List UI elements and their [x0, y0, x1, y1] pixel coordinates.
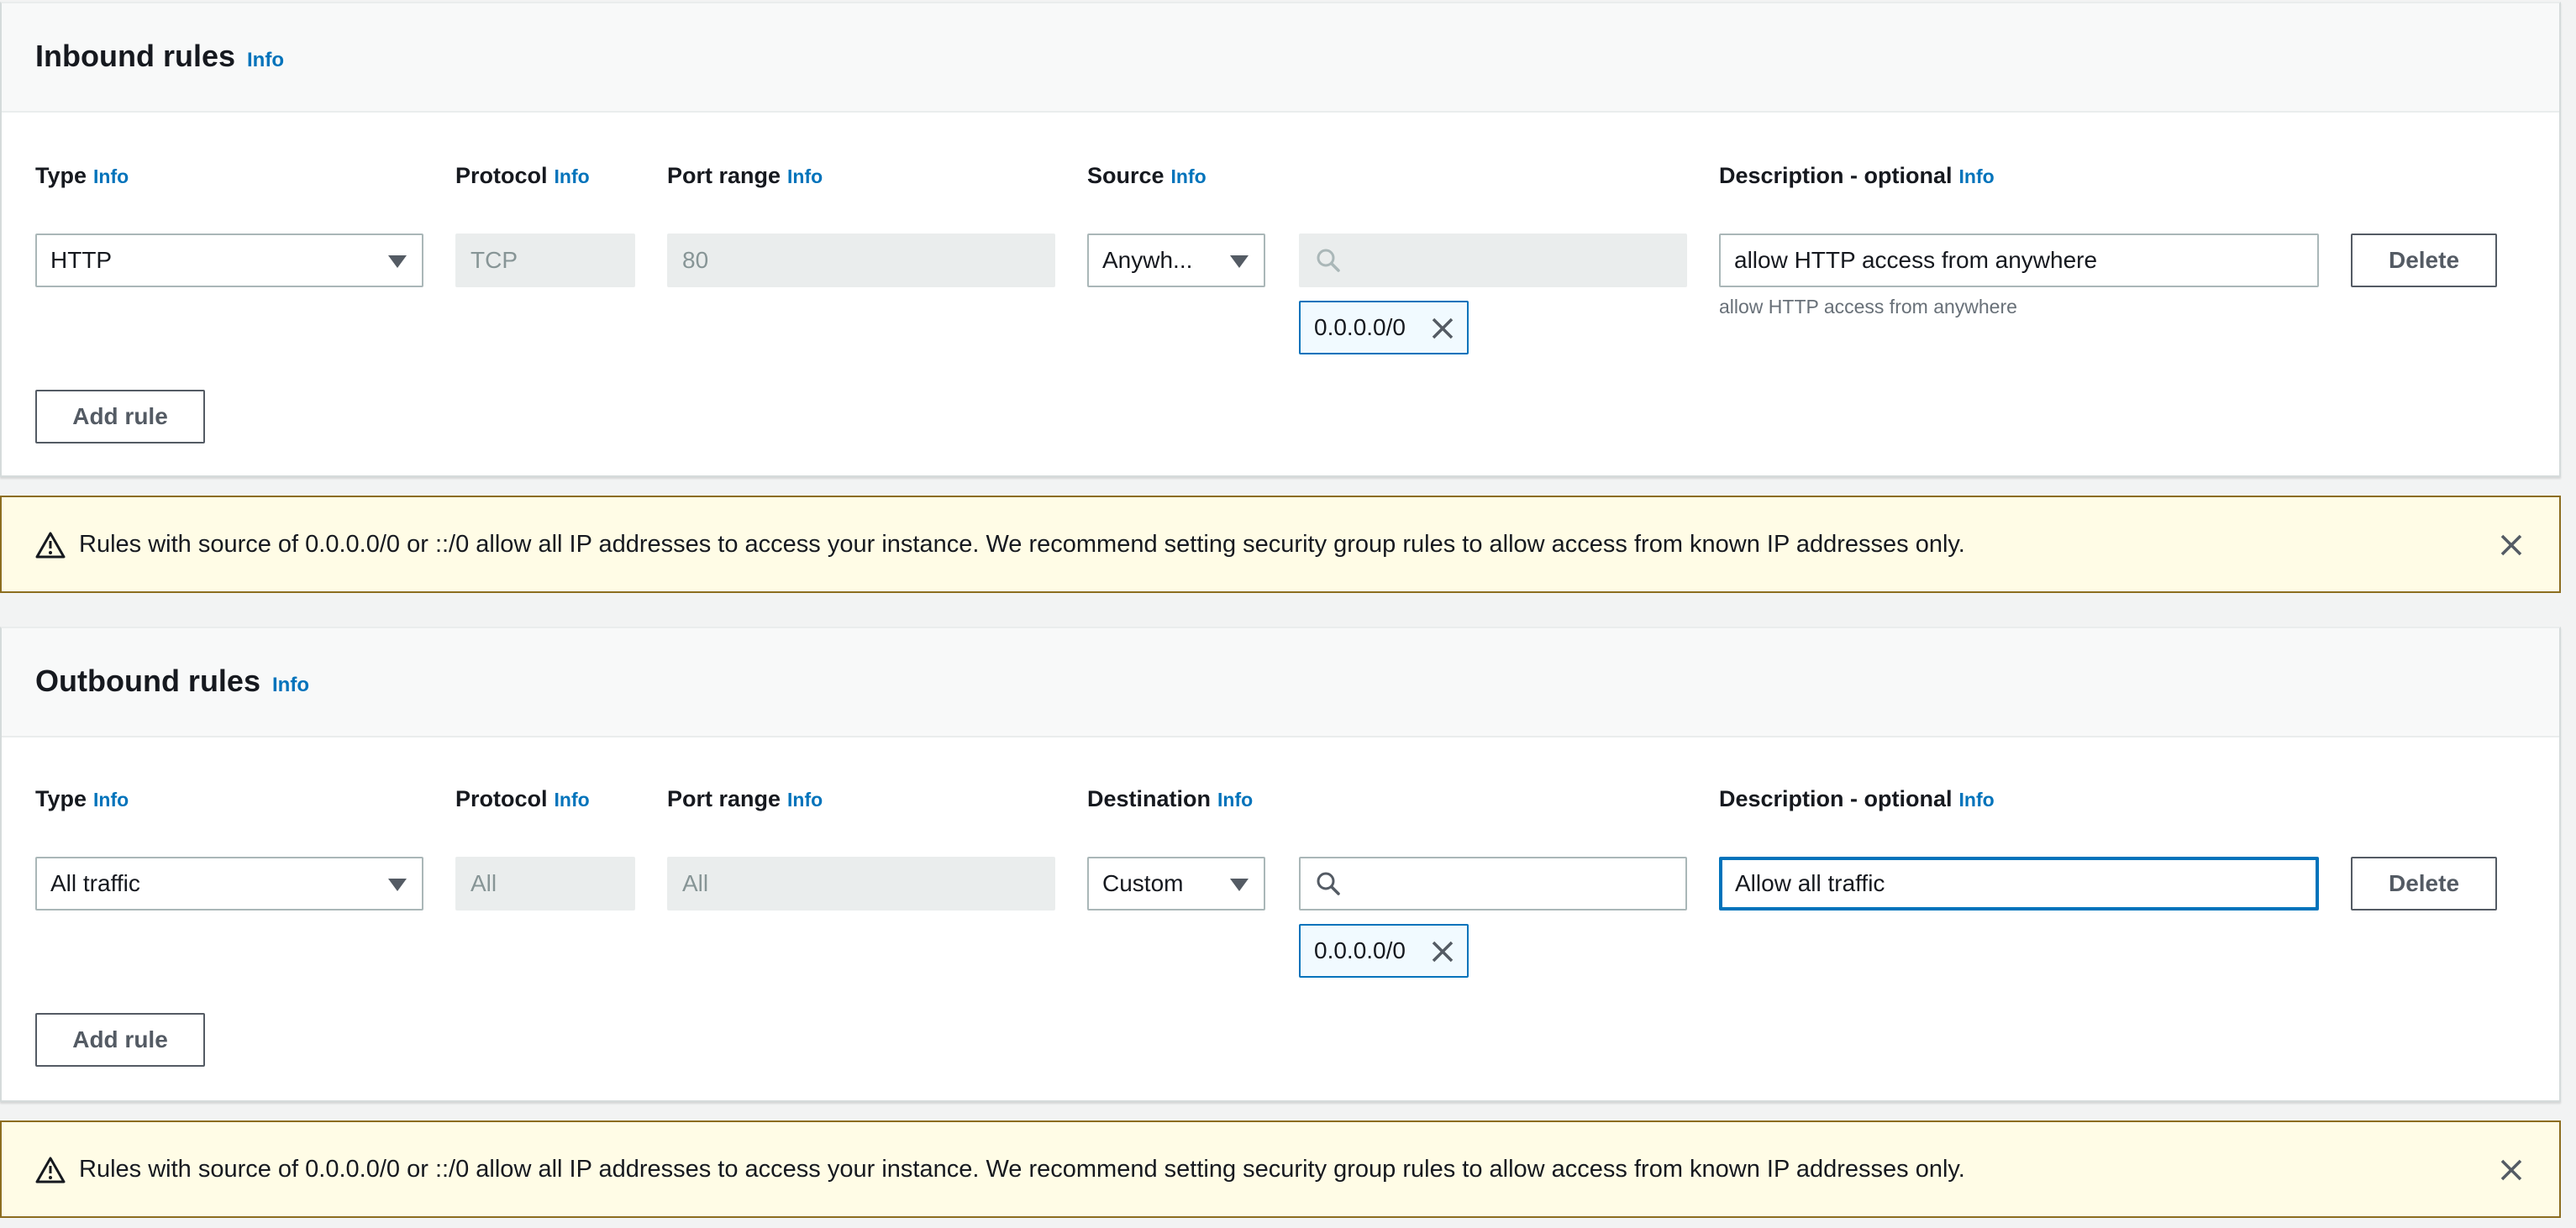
cidr-token-label: 0.0.0.0/0 [1314, 937, 1406, 963]
type-select-value: HTTP [50, 247, 113, 273]
port-range-value: All [682, 870, 709, 896]
type-label-text: Type [35, 786, 87, 811]
type-label-text: Type [35, 163, 87, 188]
protocol-info-link[interactable]: Info [555, 165, 590, 187]
port-range-label-text: Port range [667, 786, 781, 811]
warning-alert: Rules with source of 0.0.0.0/0 or ::/0 a… [0, 1120, 2561, 1218]
port-range-column-label: Port range Info [667, 786, 823, 812]
type-column-label: Type Info [35, 786, 129, 812]
search-icon [1317, 249, 1340, 272]
remove-token-icon[interactable] [1430, 939, 1455, 964]
type-select[interactable]: All traffic [35, 857, 423, 911]
cidr-token: 0.0.0.0/0 [1299, 301, 1469, 354]
port-range-info-link[interactable]: Info [787, 789, 823, 811]
protocol-field: TCP [455, 234, 635, 287]
destination-label-text: Destination [1087, 786, 1212, 811]
delete-rule-button[interactable]: Delete [2351, 857, 2497, 911]
description-info-link[interactable]: Info [1959, 165, 1995, 187]
caret-down-icon [388, 879, 407, 891]
source-select-value: Anywh... [1102, 247, 1193, 273]
source-label-text: Source [1087, 163, 1164, 188]
caret-down-icon [1230, 879, 1249, 891]
description-column-label: Description - optional Info [1719, 786, 1995, 812]
outbound-rules-panel: Outbound rules Info Type Info Protocol Inf… [0, 627, 2561, 1102]
description-value: allow HTTP access from anywhere [1734, 247, 2098, 273]
destination-select[interactable]: Custom [1087, 857, 1265, 911]
destination-cidr-search-input[interactable] [1299, 857, 1687, 911]
port-range-value: 80 [682, 247, 709, 273]
description-column-label: Description - optional Info [1719, 163, 1995, 189]
warning-message: Rules with source of 0.0.0.0/0 or ::/0 a… [79, 1156, 1965, 1183]
destination-column-label: Destination Info [1087, 786, 1253, 812]
remove-token-icon[interactable] [1430, 316, 1455, 341]
protocol-value: All [471, 870, 497, 896]
description-label-text: Description - optional [1719, 786, 1953, 811]
type-select-value: All traffic [50, 870, 140, 896]
port-range-field: All [667, 857, 1055, 911]
port-range-info-link[interactable]: Info [787, 165, 823, 187]
port-range-field: 80 [667, 234, 1055, 287]
cidr-token: 0.0.0.0/0 [1299, 924, 1469, 978]
warning-alert: Rules with source of 0.0.0.0/0 or ::/0 a… [0, 496, 2561, 593]
description-label-text: Description - optional [1719, 163, 1953, 188]
outbound-title-info-link[interactable]: Info [272, 674, 309, 697]
protocol-field: All [455, 857, 635, 911]
delete-rule-button[interactable]: Delete [2351, 234, 2497, 287]
caret-down-icon [1230, 255, 1249, 268]
description-input[interactable]: allow HTTP access from anywhere [1719, 234, 2319, 287]
source-cidr-search-input[interactable] [1299, 234, 1687, 287]
description-info-link[interactable]: Info [1959, 789, 1995, 811]
protocol-label-text: Protocol [455, 163, 548, 188]
warning-icon [35, 1157, 66, 1183]
inbound-rules-header: Inbound rules Info [2, 3, 2559, 113]
search-icon [1317, 872, 1340, 895]
close-icon[interactable] [2499, 533, 2524, 558]
inbound-title-info-link[interactable]: Info [247, 49, 284, 72]
add-rule-button[interactable]: Add rule [35, 390, 205, 443]
type-select[interactable]: HTTP [35, 234, 423, 287]
protocol-label-text: Protocol [455, 786, 548, 811]
port-range-label-text: Port range [667, 163, 781, 188]
type-info-link[interactable]: Info [93, 165, 129, 187]
warning-message: Rules with source of 0.0.0.0/0 or ::/0 a… [79, 531, 1965, 558]
protocol-column-label: Protocol Info [455, 163, 590, 189]
inbound-rules-title: Inbound rules [35, 39, 235, 73]
cidr-token-label: 0.0.0.0/0 [1314, 314, 1406, 340]
warning-icon [35, 532, 66, 559]
description-hint: allow HTTP access from anywhere [1719, 296, 2017, 317]
source-select[interactable]: Anywh... [1087, 234, 1265, 287]
protocol-column-label: Protocol Info [455, 786, 590, 812]
destination-info-link[interactable]: Info [1217, 789, 1253, 811]
description-input[interactable]: Allow all traffic [1719, 857, 2319, 911]
port-range-column-label: Port range Info [667, 163, 823, 189]
source-column-label: Source Info [1087, 163, 1207, 189]
caret-down-icon [388, 255, 407, 268]
type-info-link[interactable]: Info [93, 789, 129, 811]
destination-select-value: Custom [1102, 870, 1184, 896]
outbound-rules-title: Outbound rules [35, 664, 260, 698]
outbound-rules-header: Outbound rules Info [2, 628, 2559, 737]
add-rule-button[interactable]: Add rule [35, 1013, 205, 1067]
protocol-info-link[interactable]: Info [555, 789, 590, 811]
source-info-link[interactable]: Info [1171, 165, 1207, 187]
protocol-value: TCP [471, 247, 518, 273]
description-value: Allow all traffic [1735, 870, 1885, 896]
close-icon[interactable] [2499, 1157, 2524, 1183]
type-column-label: Type Info [35, 163, 129, 189]
inbound-rules-panel: Inbound rules Info Type Info Protocol Info… [0, 2, 2561, 477]
